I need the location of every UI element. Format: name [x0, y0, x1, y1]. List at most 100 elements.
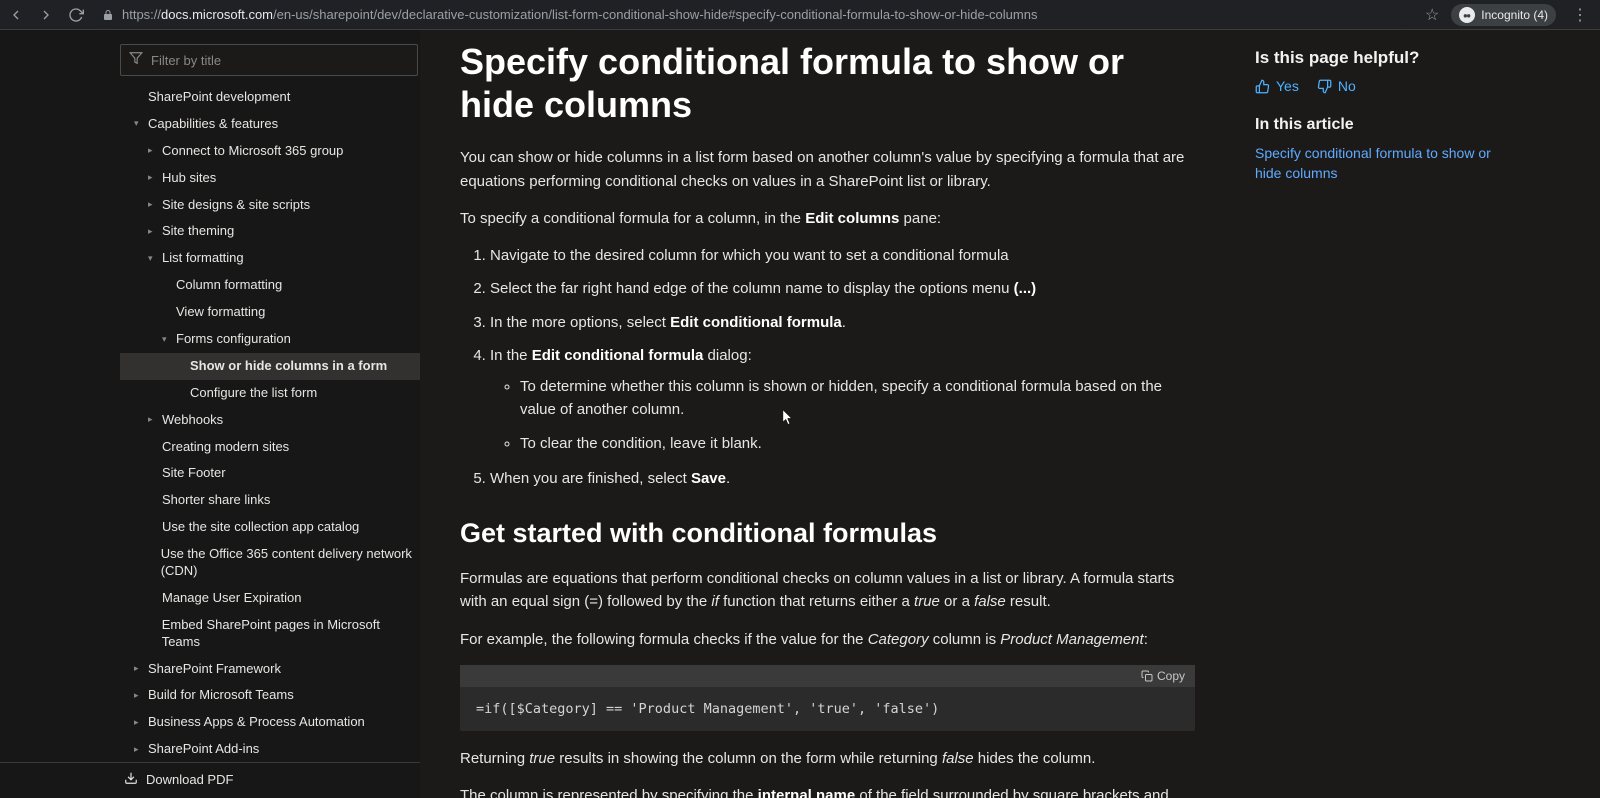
nav-item-label: SharePoint Framework [148, 661, 281, 678]
nav-item-label: Site theming [162, 223, 234, 240]
main-content: Specify conditional formula to show or h… [420, 30, 1235, 798]
steps-list: Navigate to the desired column for which… [460, 244, 1195, 490]
filter-input[interactable]: Filter by title [120, 44, 418, 76]
download-pdf[interactable]: Download PDF [0, 762, 420, 798]
nav-item-label: Use the site collection app catalog [162, 519, 359, 536]
nav-item-6[interactable]: ▾List formatting [120, 245, 420, 272]
thumbs-down-icon [1317, 79, 1332, 94]
lock-icon [102, 8, 116, 22]
nav-item-9[interactable]: ▾ Forms configuration [120, 326, 420, 353]
copy-icon [1141, 670, 1153, 682]
download-label: Download PDF [146, 772, 233, 787]
section-heading-get-started: Get started with conditional formulas [460, 518, 1195, 549]
step-4b: To clear the condition, leave it blank. [520, 432, 1195, 455]
chevron-right-icon: ▸ [134, 744, 144, 756]
nav-item-20[interactable]: ▸ SharePoint Framework [120, 656, 420, 683]
instruction-lead: To specify a conditional formula for a c… [460, 207, 1195, 230]
returning-paragraph: Returning true results in showing the co… [460, 747, 1195, 770]
step-5: When you are finished, select Save. [490, 467, 1195, 490]
nav-item-22[interactable]: ▸Business Apps & Process Automation [120, 709, 420, 736]
chevron-right-icon: ▸ [148, 172, 158, 184]
step-3: In the more options, select Edit conditi… [490, 311, 1195, 334]
chevron-down-icon: ▾ [134, 118, 144, 130]
nav-item-19[interactable]: Embed SharePoint pages in Microsoft Team… [120, 612, 420, 656]
nav-item-10[interactable]: Show or hide columns in a form [120, 353, 420, 380]
step-1: Navigate to the desired column for which… [490, 244, 1195, 267]
nav-tree[interactable]: SharePoint development ▾ Capabilities & fe… [0, 84, 420, 762]
nav-item-label: Shorter share links [162, 492, 270, 509]
nav-item-0[interactable]: SharePoint development [120, 84, 420, 111]
nav-item-11[interactable]: Configure the list form [120, 380, 420, 407]
nav-item-23[interactable]: ▸ SharePoint Add-ins [120, 736, 420, 762]
internal-name-paragraph: The column is represented by specifying … [460, 784, 1195, 798]
toc-link-1[interactable]: Specify conditional formula to show or h… [1255, 144, 1495, 183]
step-4a: To determine whether this column is show… [520, 375, 1195, 422]
nav-item-label: Column formatting [176, 277, 282, 294]
nav-item-label: Build for Microsoft Teams [148, 687, 294, 704]
nav-item-label: Site Footer [162, 465, 226, 482]
nav-item-5[interactable]: ▸ Site theming [120, 218, 420, 245]
nav-item-21[interactable]: ▸ Build for Microsoft Teams [120, 682, 420, 709]
nav-item-label: View formatting [176, 304, 265, 321]
nav-item-label: Site designs & site scripts [162, 197, 310, 214]
copy-button[interactable]: Copy [1141, 669, 1185, 683]
nav-item-4[interactable]: ▸ Site designs & site scripts [120, 192, 420, 219]
nav-item-16[interactable]: Use the site collection app catalog [120, 514, 420, 541]
forward-button[interactable] [38, 7, 54, 23]
right-sidebar: Is this page helpful? Yes No In this art… [1235, 30, 1525, 798]
nav-item-label: Use the Office 365 content delivery netw… [161, 546, 414, 580]
feedback-yes[interactable]: Yes [1255, 78, 1299, 94]
incognito-label: Incognito (4) [1481, 8, 1548, 22]
formula-intro: Formulas are equations that perform cond… [460, 567, 1195, 614]
nav-item-3[interactable]: ▸Hub sites [120, 165, 420, 192]
chevron-right-icon: ▸ [148, 145, 158, 157]
nav-item-7[interactable]: Column formatting [120, 272, 420, 299]
feedback-heading: Is this page helpful? [1255, 48, 1495, 68]
bookmark-star-icon[interactable]: ☆ [1425, 5, 1439, 25]
nav-item-14[interactable]: Site Footer [120, 460, 420, 487]
nav-item-label: List formatting [162, 250, 244, 267]
browser-chrome-bar: https://docs.microsoft.com/en-us/sharepo… [0, 0, 1600, 30]
nav-item-12[interactable]: ▸ Webhooks [120, 407, 420, 434]
nav-item-label: SharePoint development [148, 89, 290, 106]
incognito-icon [1459, 7, 1475, 23]
nav-item-label: Capabilities & features [148, 116, 278, 133]
back-button[interactable] [8, 7, 24, 23]
page-heading: Specify conditional formula to show or h… [460, 40, 1195, 126]
chevron-right-icon: ▸ [134, 690, 144, 702]
nav-item-label: Configure the list form [190, 385, 317, 402]
nav-item-label: Forms configuration [176, 331, 291, 348]
chevron-right-icon: ▸ [134, 663, 144, 675]
chevron-right-icon: ▸ [148, 226, 158, 238]
chevron-down-icon: ▾ [162, 334, 172, 346]
step-4: In the Edit conditional formula dialog: … [490, 344, 1195, 455]
nav-item-label: Business Apps & Process Automation [148, 714, 365, 731]
address-bar[interactable]: https://docs.microsoft.com/en-us/sharepo… [96, 3, 1413, 27]
nav-item-label: Webhooks [162, 412, 223, 429]
nav-item-label: Embed SharePoint pages in Microsoft Team… [162, 617, 414, 651]
nav-item-17[interactable]: Use the Office 365 content delivery netw… [120, 541, 420, 585]
nav-item-2[interactable]: ▸ Connect to Microsoft 365 group [120, 138, 420, 165]
code-block: Copy =if([$Category] == 'Product Managem… [460, 665, 1195, 731]
nav-item-15[interactable]: Shorter share links [120, 487, 420, 514]
url-text: https://docs.microsoft.com/en-us/sharepo… [122, 7, 1037, 22]
chevron-right-icon: ▸ [148, 414, 158, 426]
nav-item-1[interactable]: ▾ Capabilities & features [120, 111, 420, 138]
incognito-badge[interactable]: Incognito (4) [1451, 4, 1556, 26]
nav-item-13[interactable]: Creating modern sites [120, 434, 420, 461]
chevron-right-icon: ▸ [148, 199, 158, 211]
browser-menu-icon[interactable]: ⋮ [1568, 5, 1592, 25]
filter-placeholder: Filter by title [151, 53, 221, 68]
nav-item-18[interactable]: Manage User Expiration [120, 585, 420, 612]
example-lead: For example, the following formula check… [460, 628, 1195, 651]
code-content: =if([$Category] == 'Product Management',… [460, 687, 1195, 731]
nav-item-label: Connect to Microsoft 365 group [162, 143, 343, 160]
nav-item-label: SharePoint Add-ins [148, 741, 259, 758]
nav-item-8[interactable]: View formatting [120, 299, 420, 326]
in-this-article-heading: In this article [1255, 116, 1495, 134]
nav-item-label: Manage User Expiration [162, 590, 301, 607]
reload-button[interactable] [68, 7, 84, 23]
feedback-no[interactable]: No [1317, 78, 1356, 94]
step-2: Select the far right hand edge of the co… [490, 277, 1195, 300]
download-icon [124, 771, 138, 788]
